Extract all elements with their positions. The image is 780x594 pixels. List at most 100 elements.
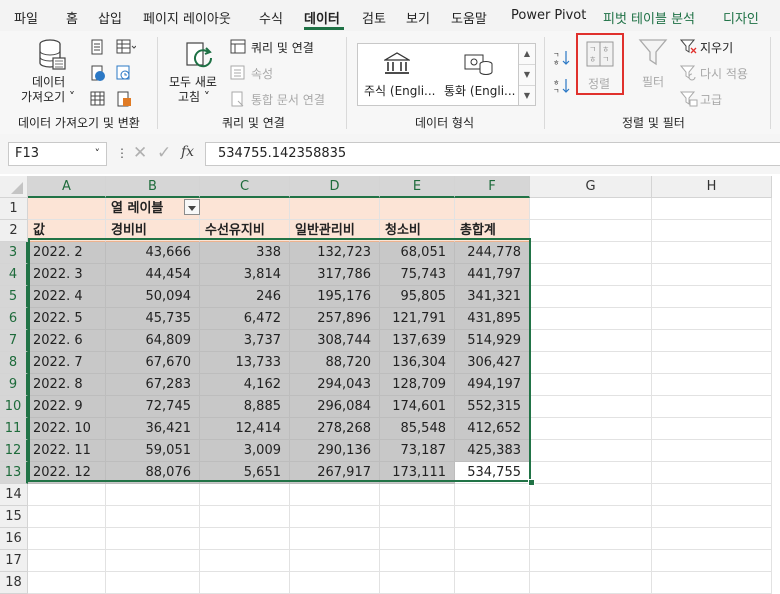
- cell[interactable]: [106, 550, 200, 572]
- sort-button[interactable]: ㄱ ㅎ ㅎ ㄱ 정렬: [576, 33, 624, 95]
- cell[interactable]: [200, 198, 290, 220]
- cell[interactable]: [200, 506, 290, 528]
- pivot-value-cell[interactable]: 50,094: [106, 286, 200, 308]
- pivot-value-cell[interactable]: 45,735: [106, 308, 200, 330]
- pivot-value-cell[interactable]: 75,743: [380, 264, 455, 286]
- pivot-value-cell[interactable]: 494,197: [455, 374, 530, 396]
- edit-links-button[interactable]: 통합 문서 연결: [251, 91, 325, 108]
- cell[interactable]: [652, 506, 772, 528]
- row-header-17[interactable]: 17: [0, 550, 28, 572]
- cell[interactable]: [530, 462, 652, 484]
- cell[interactable]: [652, 264, 772, 286]
- cell[interactable]: [200, 484, 290, 506]
- cell[interactable]: [652, 352, 772, 374]
- pivot-value-cell[interactable]: 88,076: [106, 462, 200, 484]
- cell[interactable]: [530, 528, 652, 550]
- pivot-value-cell[interactable]: 136,304: [380, 352, 455, 374]
- cell[interactable]: [530, 440, 652, 462]
- cell[interactable]: [106, 528, 200, 550]
- cell[interactable]: [652, 550, 772, 572]
- row-header-12[interactable]: 12: [0, 440, 28, 462]
- cell[interactable]: [455, 528, 530, 550]
- queries-connections-icon[interactable]: [230, 39, 246, 55]
- cell[interactable]: [380, 550, 455, 572]
- pivot-value-cell[interactable]: 306,427: [455, 352, 530, 374]
- row-header-5[interactable]: 5: [0, 286, 28, 308]
- cell[interactable]: [652, 396, 772, 418]
- pivot-column-header[interactable]: 일반관리비: [290, 220, 380, 242]
- cell[interactable]: [530, 418, 652, 440]
- pivot-value-cell[interactable]: 552,315: [455, 396, 530, 418]
- pivot-value-cell[interactable]: 425,383: [455, 440, 530, 462]
- cell[interactable]: [290, 198, 380, 220]
- pivot-value-cell[interactable]: 85,548: [380, 418, 455, 440]
- pivot-value-cell[interactable]: 294,043: [290, 374, 380, 396]
- cell[interactable]: [290, 528, 380, 550]
- menu-data[interactable]: 데이터: [304, 8, 340, 27]
- pivot-value-cell[interactable]: 13,733: [200, 352, 290, 374]
- cell[interactable]: [106, 506, 200, 528]
- column-header-f[interactable]: F: [455, 176, 530, 198]
- cell[interactable]: [380, 528, 455, 550]
- insert-function-icon[interactable]: fx: [181, 144, 194, 160]
- column-filter-dropdown[interactable]: [184, 199, 200, 215]
- currencies-icon[interactable]: [464, 52, 494, 76]
- cell[interactable]: [380, 572, 455, 594]
- pivot-value-cell[interactable]: 132,723: [290, 242, 380, 264]
- pivot-row-label[interactable]: 2022. 12: [28, 462, 106, 484]
- cell[interactable]: [200, 550, 290, 572]
- column-header-h[interactable]: H: [652, 176, 772, 198]
- pivot-value-cell[interactable]: 137,639: [380, 330, 455, 352]
- sort-descending-icon[interactable]: ㅎ ㄱ: [553, 77, 571, 95]
- cell[interactable]: [28, 528, 106, 550]
- menu-design[interactable]: 디자인: [723, 8, 759, 27]
- pivot-value-cell[interactable]: 43,666: [106, 242, 200, 264]
- pivot-value-cell[interactable]: 431,895: [455, 308, 530, 330]
- pivot-value-cell[interactable]: 128,709: [380, 374, 455, 396]
- row-header-2[interactable]: 2: [0, 220, 28, 242]
- pivot-value-cell[interactable]: 64,809: [106, 330, 200, 352]
- cancel-icon[interactable]: ✕: [133, 143, 147, 163]
- cell[interactable]: [200, 528, 290, 550]
- cell[interactable]: [652, 572, 772, 594]
- cell[interactable]: [530, 242, 652, 264]
- sort-ascending-icon[interactable]: ㄱ ㅎ: [553, 49, 571, 67]
- pivot-value-label[interactable]: 값: [28, 220, 106, 242]
- cell[interactable]: [652, 220, 772, 242]
- pivot-value-cell[interactable]: 441,797: [455, 264, 530, 286]
- cell[interactable]: [455, 484, 530, 506]
- cell[interactable]: [290, 572, 380, 594]
- cell[interactable]: [652, 418, 772, 440]
- stocks-button[interactable]: 주식 (Engli...: [364, 82, 436, 99]
- pivot-value-cell[interactable]: 67,283: [106, 374, 200, 396]
- cell[interactable]: [455, 506, 530, 528]
- cell[interactable]: [28, 550, 106, 572]
- cell[interactable]: [652, 198, 772, 220]
- cell[interactable]: [530, 572, 652, 594]
- pivot-row-label[interactable]: 2022. 4: [28, 286, 106, 308]
- from-table-icon[interactable]: [116, 39, 136, 55]
- cell[interactable]: [106, 484, 200, 506]
- cell[interactable]: [652, 440, 772, 462]
- pivot-row-label[interactable]: 2022. 9: [28, 396, 106, 418]
- pivot-row-label[interactable]: 2022. 8: [28, 374, 106, 396]
- refresh-all-icon[interactable]: [184, 41, 216, 73]
- pivot-value-cell[interactable]: 44,454: [106, 264, 200, 286]
- pivot-value-cell[interactable]: 412,652: [455, 418, 530, 440]
- pivot-row-label[interactable]: 2022. 2: [28, 242, 106, 264]
- cell[interactable]: [652, 286, 772, 308]
- existing-connections-icon[interactable]: [116, 91, 132, 107]
- queries-connections-button[interactable]: 쿼리 및 연결: [251, 39, 314, 56]
- pivot-column-header[interactable]: 수선유지비: [200, 220, 290, 242]
- menu-insert[interactable]: 삽입: [98, 8, 122, 27]
- cell[interactable]: [106, 572, 200, 594]
- cell[interactable]: [530, 330, 652, 352]
- menu-home[interactable]: 홈: [66, 8, 78, 27]
- row-header-10[interactable]: 10: [0, 396, 28, 418]
- pivot-value-cell[interactable]: 5,651: [200, 462, 290, 484]
- pivot-value-cell[interactable]: 278,268: [290, 418, 380, 440]
- cell[interactable]: [530, 308, 652, 330]
- row-header-18[interactable]: 18: [0, 572, 28, 594]
- database-icon[interactable]: [37, 39, 67, 71]
- column-header-c[interactable]: C: [200, 176, 290, 198]
